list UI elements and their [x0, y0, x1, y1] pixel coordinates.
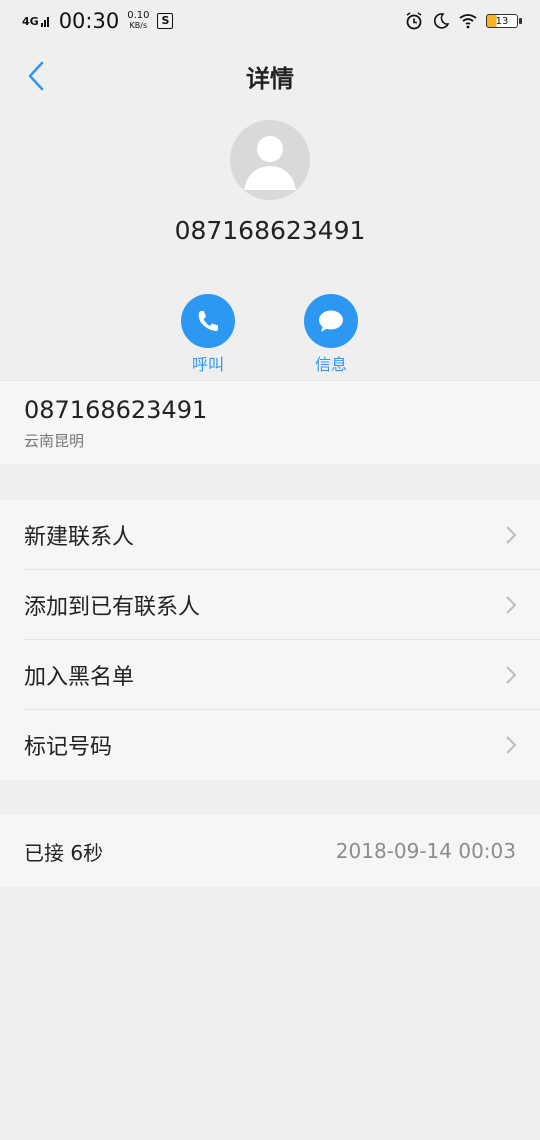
- message-icon: [319, 310, 343, 332]
- menu-mark-number[interactable]: 标记号码: [0, 710, 540, 780]
- wifi-icon: [459, 14, 477, 29]
- menu-blacklist[interactable]: 加入黑名单: [0, 640, 540, 710]
- battery-icon: 13: [486, 14, 522, 28]
- signal-icon: [40, 17, 49, 27]
- number-info[interactable]: 087168623491 云南昆明: [0, 380, 540, 464]
- s-app-icon: S: [157, 13, 174, 29]
- call-circle: [181, 294, 235, 348]
- menu-new-contact[interactable]: 新建联系人: [0, 500, 540, 570]
- back-button[interactable]: [18, 58, 54, 94]
- alarm-icon: [406, 12, 422, 30]
- speed-value: 0.10: [127, 10, 150, 21]
- menu-item-label: 添加到已有联系人: [24, 595, 201, 620]
- contact-avatar: [230, 120, 310, 200]
- page-title: 详情: [246, 64, 294, 93]
- network-indicator: 4G: [22, 15, 51, 27]
- network-type: 4G: [22, 15, 39, 28]
- moon-icon: [433, 13, 450, 29]
- chevron-right-icon: [506, 736, 517, 754]
- call-button[interactable]: 呼叫: [173, 294, 243, 375]
- chevron-right-icon: [506, 596, 517, 614]
- info-location: 云南昆明: [24, 432, 85, 450]
- battery-level: 13: [495, 15, 509, 27]
- call-status: 已接 6秒: [24, 840, 104, 865]
- message-button[interactable]: 信息: [296, 294, 366, 375]
- action-menu: 新建联系人 添加到已有联系人 加入黑名单 标记号码: [0, 500, 540, 780]
- chevron-right-icon: [506, 526, 517, 544]
- chevron-right-icon: [506, 666, 517, 684]
- call-label: 呼叫: [191, 355, 224, 374]
- call-log-entry: 已接 6秒 2018-09-14 00:03: [0, 815, 540, 887]
- caller-number: 087168623491: [174, 216, 366, 245]
- back-icon: [28, 61, 44, 91]
- menu-add-to-existing[interactable]: 添加到已有联系人: [0, 570, 540, 640]
- status-left: 4G 00:30 0.10 KB/s S: [22, 9, 174, 33]
- menu-item-label: 新建联系人: [24, 525, 135, 550]
- message-label: 信息: [314, 355, 347, 374]
- info-number: 087168623491: [24, 396, 208, 424]
- menu-item-label: 标记号码: [24, 735, 113, 760]
- message-circle: [304, 294, 358, 348]
- status-time: 00:30: [58, 9, 120, 33]
- quick-actions: 呼叫 信息: [0, 294, 540, 374]
- person-icon: [244, 136, 296, 190]
- phone-icon: [198, 311, 218, 331]
- network-speed: 0.10 KB/s: [127, 11, 149, 31]
- menu-item-label: 加入黑名单: [24, 665, 135, 690]
- app-header: 详情: [0, 54, 540, 98]
- status-right: 13: [404, 11, 522, 31]
- status-bar: 4G 00:30 0.10 KB/s S 13: [0, 0, 540, 42]
- call-time: 2018-09-14 00:03: [335, 839, 516, 863]
- speed-unit: KB/s: [129, 21, 148, 30]
